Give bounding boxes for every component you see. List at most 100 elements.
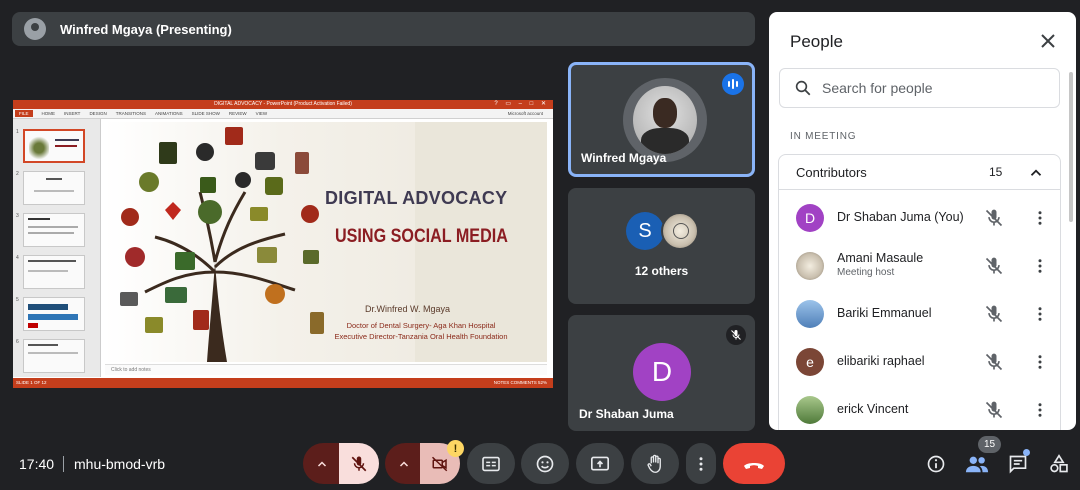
more-options-icon[interactable] [1031,401,1049,419]
slide-description: Doctor of Dental Surgery- Aga Khan Hospi… [334,321,508,341]
close-panel-button[interactable] [1037,30,1059,52]
avatar: D [796,204,824,232]
participant-row[interactable]: Amani Masaule Meeting host [779,245,1062,289]
presenter-bar: Winfred Mgaya (Presenting) [12,12,755,46]
raise-hand-button[interactable] [631,443,679,484]
participant-name: Amani Masaule [837,251,924,265]
presenter-name: Winfred Mgaya (Presenting) [60,21,232,37]
group-label: Contributors [796,164,867,180]
audio-options-button[interactable] [303,443,341,484]
mic-off-icon [985,305,1003,323]
emoji-icon [536,455,554,472]
avatar [623,78,707,162]
more-options-icon[interactable] [1031,257,1049,275]
more-options-icon[interactable] [1031,305,1049,323]
participant-row[interactable]: D Dr Shaban Juma (You) [779,197,1062,241]
profile-photo [633,86,697,154]
slide-title-line2: USING SOCIAL MEDIA [335,226,508,247]
search-input[interactable] [822,80,1042,96]
slide-thumbnail [23,129,85,163]
avatar [661,212,699,250]
slide-author: Dr.Winfred W. Mgaya [365,304,451,314]
ppt-tab: TRANSITIONS [115,111,146,116]
mic-off-icon [985,401,1003,419]
avatar: S [626,212,664,250]
meeting-details-button[interactable] [924,452,948,476]
thumb-number: 3 [16,213,19,219]
meeting-code: mhu-bmod-vrb [74,456,166,472]
window-controls-icon: ? ▭ – □ ✕ [494,101,549,107]
ppt-status-right: NOTES COMMENTS 52% [493,380,547,385]
present-screen-button[interactable] [576,443,624,484]
participant-tile-others[interactable]: S 12 others [568,188,755,304]
slide-thumbnail [23,171,85,205]
present-screen-icon [591,456,609,471]
chevron-up-icon [399,460,409,467]
info-icon [927,455,945,473]
panel-title: People [790,32,843,51]
participant-name: elibariki raphael [837,354,925,368]
divider [63,456,64,472]
leave-call-button[interactable] [723,443,785,484]
participant-row[interactable]: e elibariki raphael [779,341,1062,385]
more-options-icon[interactable] [1031,353,1049,371]
captions-button[interactable] [467,443,515,484]
ppt-tab: DESIGN [89,111,107,116]
ppt-status-bar: SLIDE 1 OF 12 NOTES COMMENTS 52% [13,378,553,388]
thumb-number: 2 [16,171,19,177]
slide-title-line1: DIGITAL ADVOCACY [325,188,508,208]
participant-tile-winfred[interactable]: Winfred Mgaya [568,62,755,177]
ppt-app-title: DIGITAL ADVOCACY - PowerPoint (Product A… [214,101,352,107]
mic-off-icon [985,257,1003,275]
search-box[interactable] [779,68,1060,108]
mic-off-icon [985,209,1003,227]
others-label: 12 others [634,264,689,278]
avatar [796,300,824,328]
slide-notes: Click to add notes [105,364,547,375]
chevron-up-icon[interactable] [1027,164,1045,182]
participant-name: Bariki Emmanuel [837,306,932,320]
camera-off-icon [431,456,448,471]
ppt-ribbon: FILE HOME INSERT DESIGN TRANSITIONS ANIM… [13,109,553,119]
warning-badge: ! [447,440,464,457]
more-vert-icon [699,456,703,471]
people-panel: People IN MEETING Contributors 15 D Dr S… [769,12,1076,430]
people-button[interactable] [965,452,989,476]
participant-role: Meeting host [837,267,895,278]
participant-name: Dr Shaban Juma (You) [837,210,964,224]
microphone-toggle-button[interactable] [339,443,379,484]
activities-icon [1050,454,1068,473]
participant-row[interactable]: erick Vincent [779,389,1062,430]
participant-name: Winfred Mgaya [581,151,667,165]
contributors-header[interactable]: Contributors 15 [779,155,1060,190]
contributors-group: Contributors 15 D Dr Shaban Juma (You) A… [778,154,1061,430]
hang-up-icon [744,462,764,469]
presenter-avatar [24,18,46,40]
slide-canvas: DIGITAL ADVOCACY USING SOCIAL MEDIA Dr.W… [105,122,547,362]
slide-thumbnail [23,255,85,289]
scrollbar[interactable] [1069,72,1073,222]
thumb-number: 6 [16,339,19,345]
participant-tile-self[interactable]: D Dr Shaban Juma [568,315,755,431]
thumb-number: 4 [16,255,19,261]
shared-screen: DIGITAL ADVOCACY - PowerPoint (Product A… [13,100,553,388]
reactions-button[interactable] [521,443,569,484]
avatar [796,396,824,424]
more-options-button[interactable] [686,443,716,484]
chat-notification-dot [1023,449,1030,456]
participant-row[interactable]: Bariki Emmanuel [779,293,1062,337]
activities-button[interactable] [1047,452,1071,476]
people-count-badge: 15 [978,436,1001,453]
avatar [796,252,824,280]
ppt-tab: HOME [41,111,56,116]
slide-thumbnail [23,297,85,331]
video-options-button[interactable] [385,443,423,484]
more-options-icon[interactable] [1031,209,1049,227]
chevron-up-icon [317,460,327,467]
speaking-indicator-icon [722,73,744,95]
ppt-tab: VIEW [255,111,268,116]
avatar: D [633,343,691,401]
ppt-tab: ANIMATIONS [154,111,183,116]
social-media-tree-illustration [120,127,324,362]
meeting-time: 17:40 [19,456,55,472]
